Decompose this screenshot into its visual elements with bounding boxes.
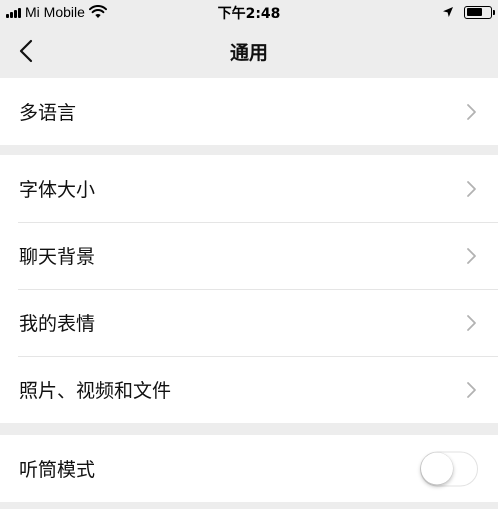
- toggle-knob: [421, 452, 453, 484]
- page-title: 通用: [229, 42, 268, 64]
- row-my-stickers[interactable]: 我的表情: [0, 289, 498, 356]
- chevron-right-icon: [467, 314, 476, 331]
- chevron-right-icon: [467, 247, 476, 264]
- row-language[interactable]: 多语言: [0, 78, 498, 145]
- row-earpiece-mode: 听筒模式: [0, 435, 498, 502]
- row-label: 照片、视频和文件: [19, 380, 172, 402]
- status-bar: Mi Mobile 下午2:48: [0, 0, 498, 24]
- row-photos-videos-files[interactable]: 照片、视频和文件: [0, 356, 498, 423]
- row-label: 多语言: [19, 102, 77, 124]
- chevron-right-icon: [467, 103, 476, 120]
- navigation-bar: 通用: [0, 24, 498, 78]
- row-font-size[interactable]: 字体大小: [0, 155, 498, 222]
- row-label: 聊天背景: [19, 246, 96, 268]
- row-label: 我的表情: [19, 313, 96, 335]
- settings-group-display: 字体大小 聊天背景 我的表情 照片、视频和文件: [0, 155, 498, 423]
- location-arrow-icon: [443, 7, 453, 17]
- row-label: 字体大小: [19, 179, 96, 201]
- row-label: 听筒模式: [19, 459, 96, 481]
- status-time: 下午2:48: [217, 6, 281, 22]
- battery-icon: [464, 5, 495, 19]
- settings-group-language: 多语言: [0, 78, 498, 145]
- earpiece-mode-toggle[interactable]: [420, 451, 478, 486]
- status-right: [442, 3, 495, 21]
- chevron-right-icon: [467, 180, 476, 197]
- battery-nub: [493, 9, 495, 15]
- chevron-right-icon: [467, 381, 476, 398]
- settings-group-earpiece: 听筒模式: [0, 435, 498, 502]
- row-chat-background[interactable]: 聊天背景: [0, 222, 498, 289]
- battery-fill: [466, 8, 482, 16]
